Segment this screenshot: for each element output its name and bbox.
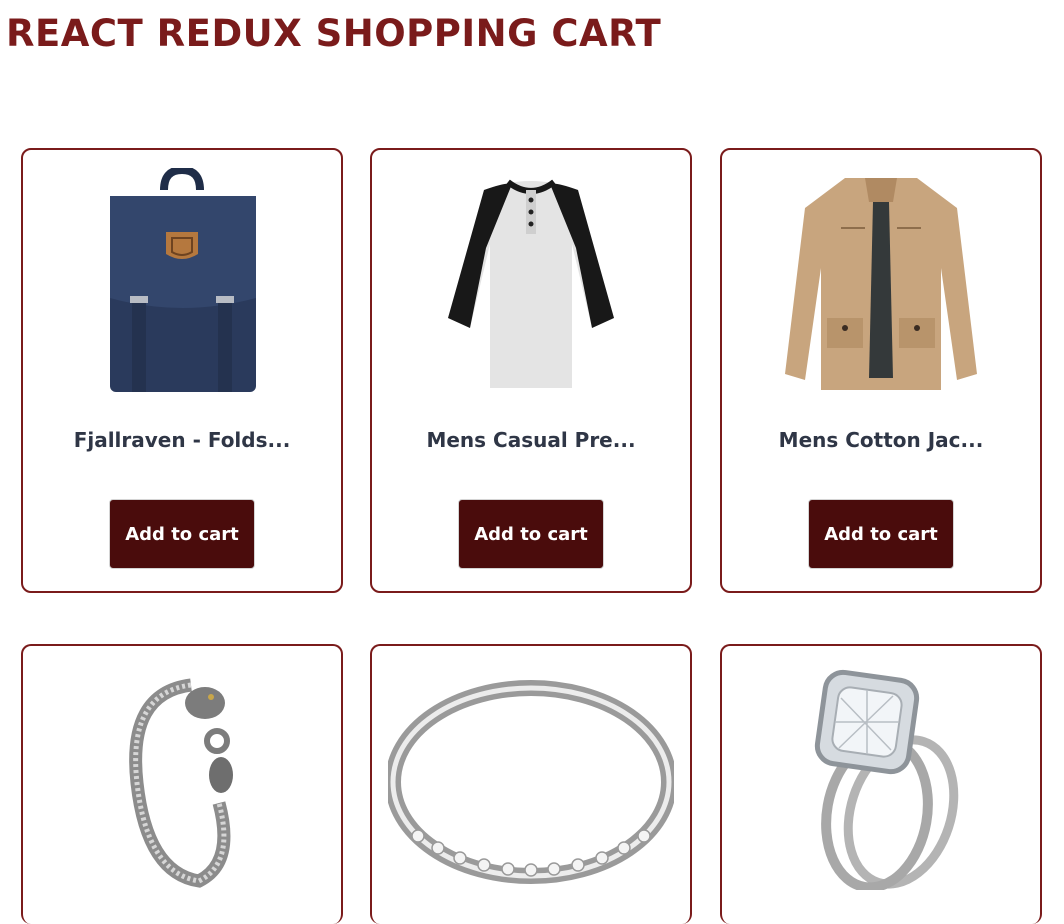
page-title: REACT REDUX SHOPPING CART — [6, 12, 662, 55]
dragon-bracelet-image — [129, 678, 233, 888]
product-image[interactable] — [372, 662, 690, 890]
product-card: Mens Casual Pre... Add to cart — [370, 148, 692, 593]
add-to-cart-button[interactable]: Add to cart — [109, 499, 255, 569]
silver-bangle-image — [388, 680, 674, 884]
backpack-image — [110, 168, 256, 392]
product-card: Mens Cotton Jac... Add to cart — [720, 148, 1042, 593]
product-image[interactable] — [372, 168, 690, 394]
product-card: Fjallraven - Folds... Add to cart — [21, 148, 343, 593]
cotton-jacket-image — [785, 178, 977, 390]
product-card — [720, 644, 1042, 924]
product-image[interactable] — [23, 168, 341, 394]
diamond-ring-image — [814, 669, 959, 890]
product-title: Mens Casual Pre... — [426, 428, 636, 452]
product-image[interactable] — [722, 662, 1040, 890]
product-title: Mens Cotton Jac... — [778, 428, 984, 452]
product-image[interactable] — [722, 168, 1040, 394]
product-card — [370, 644, 692, 924]
raglan-tshirt-image — [448, 179, 614, 388]
product-card — [21, 644, 343, 924]
product-image[interactable] — [23, 662, 341, 890]
add-to-cart-button[interactable]: Add to cart — [808, 499, 954, 569]
add-to-cart-button[interactable]: Add to cart — [458, 499, 604, 569]
product-title: Fjallraven - Folds... — [73, 428, 291, 452]
